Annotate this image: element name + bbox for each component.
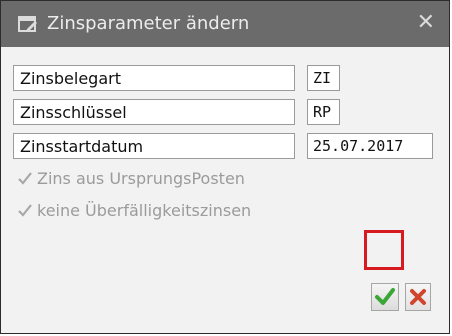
edit-window-icon <box>18 16 37 32</box>
cancel-button[interactable] <box>405 283 431 311</box>
checkbox-label: keine Überfälligkeitszinsen <box>37 201 252 220</box>
checkbox-keine-ueberfaelligkeitszinsen[interactable]: keine Überfälligkeitszinsen <box>17 201 251 223</box>
dialog-window: Zinsparameter ändern ✕ Zinsbelegart ZI Z… <box>0 0 450 334</box>
zinsstartdatum-input[interactable]: 25.07.2017 <box>307 133 433 159</box>
dialog-title: Zinsparameter ändern <box>47 13 250 34</box>
zinsstartdatum-label: Zinsstartdatum <box>13 133 295 159</box>
zinsbelegart-label: Zinsbelegart <box>13 65 295 91</box>
checkmark-icon <box>18 204 32 217</box>
confirm-button[interactable] <box>371 283 399 311</box>
zinsschluessel-input[interactable]: RP <box>307 99 340 125</box>
cancel-x-icon <box>410 289 426 305</box>
close-icon[interactable]: ✕ <box>417 12 435 34</box>
zinsschluessel-label: Zinsschlüssel <box>13 99 295 125</box>
checkmark-icon <box>18 172 32 185</box>
checkmark-icon <box>375 288 395 305</box>
checkbox-label: Zins aus UrsprungsPosten <box>37 169 245 188</box>
dialog-body: Zinsbelegart ZI Zinsschlüssel RP Zinssta… <box>1 47 449 333</box>
checkbox-zins-aus-ursprungsposten[interactable]: Zins aus UrsprungsPosten <box>17 169 245 191</box>
title-bar: Zinsparameter ändern ✕ <box>1 1 449 47</box>
zinsbelegart-input[interactable]: ZI <box>307 65 340 91</box>
confirm-button-highlight <box>364 230 404 270</box>
